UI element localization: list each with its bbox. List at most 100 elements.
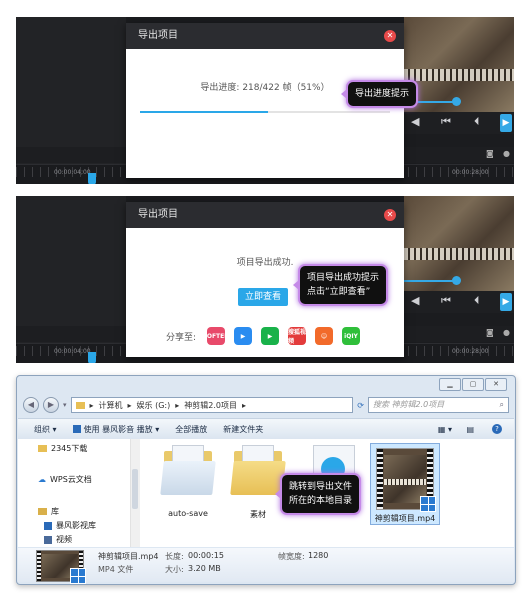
details-length: 00:00:15 bbox=[188, 551, 224, 560]
content-area: 2345下载 ☁ WPS云文档 库 暴风影视库 视频 auto-save 素材 … bbox=[18, 439, 514, 547]
folder-icon bbox=[38, 445, 47, 452]
marker-icon[interactable]: ● bbox=[503, 149, 510, 158]
folder-icon bbox=[160, 445, 216, 497]
step-back-icon[interactable]: ⏮ bbox=[441, 294, 451, 308]
play-button[interactable]: ▶ bbox=[500, 114, 512, 132]
playhead[interactable] bbox=[88, 173, 96, 184]
snapshot-icon[interactable]: ◙ bbox=[486, 149, 494, 158]
lofter-icon[interactable]: LOFTER bbox=[203, 327, 229, 345]
playhead[interactable] bbox=[88, 352, 96, 363]
close-icon[interactable]: ✕ bbox=[384, 30, 396, 42]
history-dropdown-icon[interactable]: ▾ bbox=[63, 401, 67, 409]
navigation-row: ◀ ▶ ▾ ▸ 计算机 ▸ 娱乐 (G:) ▸ 神剪辑2.0项目 ▸ ⟳ 搜索 … bbox=[23, 396, 509, 414]
iqiyi-icon[interactable]: iQIY bbox=[342, 327, 361, 345]
help-icon[interactable]: ? bbox=[492, 424, 502, 434]
play-with-label: 使用 暴风影音 播放 ▾ bbox=[83, 424, 160, 434]
details-length-label: 长度: bbox=[165, 552, 184, 561]
folder-icon bbox=[75, 401, 85, 409]
snapshot-icon[interactable]: ◙ bbox=[486, 328, 494, 337]
details-width: 1280 bbox=[308, 551, 329, 560]
file-explorer-window: ▁ ▢ ✕ ◀ ▶ ▾ ▸ 计算机 ▸ 娱乐 (G:) ▸ 神剪辑2.0项目 ▸… bbox=[16, 375, 516, 585]
player-controls bbox=[404, 112, 514, 134]
rewind-icon[interactable]: ◀ bbox=[411, 294, 419, 307]
file-tile-exported-video[interactable]: 神剪辑项目.mp4 bbox=[370, 443, 440, 525]
play-with-menu[interactable]: 使用 暴风影音 播放 ▾ bbox=[72, 424, 160, 435]
breadcrumb-item[interactable]: 娱乐 (G:) bbox=[137, 400, 171, 411]
marker-icon[interactable]: ● bbox=[503, 328, 510, 337]
nav-item-label: 2345下载 bbox=[51, 444, 88, 453]
command-bar: 组织 ▾ 使用 暴风影音 播放 ▾ 全部播放 新建文件夹 ▦ ▾ ▤ ? bbox=[18, 418, 514, 440]
volume-knob[interactable] bbox=[452, 276, 461, 285]
progress-fill bbox=[140, 111, 268, 113]
timecode-label: 00:00:28;00 bbox=[452, 348, 489, 355]
details-filename: 神剪辑项目.mp4 bbox=[98, 552, 159, 561]
callout-success: 项目导出成功提示 点击“立即查看” bbox=[292, 264, 389, 306]
volume-slider[interactable] bbox=[396, 280, 456, 282]
sohu-video-icon[interactable]: 搜狐视频 bbox=[288, 327, 306, 345]
video-library-icon bbox=[44, 535, 52, 544]
close-icon[interactable]: ✕ bbox=[384, 209, 396, 221]
callout-text: 导出进度提示 bbox=[355, 89, 410, 99]
baofeng-icon bbox=[44, 521, 52, 530]
breadcrumb-item[interactable]: 计算机 bbox=[99, 400, 123, 411]
cloud-icon: ☁ bbox=[38, 475, 46, 484]
dialog-title: 导出项目 ✕ bbox=[126, 23, 404, 49]
organize-menu[interactable]: 组织 ▾ bbox=[34, 424, 57, 435]
navigation-pane: 2345下载 ☁ WPS云文档 库 暴风影视库 视频 bbox=[18, 439, 131, 547]
play-all-button[interactable]: 全部播放 bbox=[175, 424, 207, 435]
search-icon[interactable]: ⌕ bbox=[500, 398, 504, 412]
file-name: 神剪辑项目.mp4 bbox=[374, 514, 436, 523]
nav-item-label: 暴风影视库 bbox=[56, 521, 96, 530]
nav-item-wps-cloud[interactable]: ☁ WPS云文档 bbox=[38, 474, 92, 485]
progress-bar bbox=[140, 111, 390, 113]
step-icon[interactable]: ⏴ bbox=[474, 294, 480, 308]
view-options-icon[interactable]: ▦ ▾ bbox=[438, 425, 452, 434]
volume-knob[interactable] bbox=[452, 97, 461, 106]
step-icon[interactable]: ⏴ bbox=[474, 115, 480, 129]
refresh-icon[interactable]: ⟳ bbox=[357, 401, 364, 410]
nav-item-label: 视频 bbox=[56, 535, 72, 544]
timecode-label: 00:00:04;00 bbox=[54, 348, 91, 355]
youku-icon[interactable]: ▶ bbox=[234, 327, 253, 345]
callout-text: 点击“立即查看” bbox=[307, 287, 371, 297]
breadcrumb-item[interactable]: 神剪辑2.0项目 bbox=[184, 400, 237, 411]
callout-text: 项目导出成功提示 bbox=[307, 273, 380, 283]
nav-item-baofeng-library[interactable]: 暴风影视库 bbox=[44, 520, 96, 531]
callout-open-folder: 跳转到导出文件 所在的本地目录 bbox=[274, 473, 362, 515]
rewind-icon[interactable]: ◀ bbox=[411, 115, 419, 128]
details-size-label: 大小: bbox=[165, 565, 184, 574]
step-back-icon[interactable]: ⏮ bbox=[441, 115, 451, 129]
nav-item-downloads[interactable]: 2345下载 bbox=[38, 443, 87, 454]
dialog-title-text: 导出项目 bbox=[138, 30, 178, 41]
file-tile-auto-save[interactable]: auto-save bbox=[153, 445, 223, 518]
windows-logo-icon bbox=[70, 568, 86, 584]
nav-item-libraries[interactable]: 库 bbox=[38, 506, 59, 517]
forward-button[interactable]: ▶ bbox=[43, 397, 59, 413]
player-icon bbox=[72, 424, 81, 433]
details-filetype: MP4 文件 bbox=[98, 565, 134, 574]
tudou-icon[interactable]: ▶ bbox=[261, 327, 280, 345]
new-folder-button[interactable]: 新建文件夹 bbox=[223, 424, 263, 435]
dialog-title: 导出项目 ✕ bbox=[126, 202, 404, 228]
scroll-thumb[interactable] bbox=[132, 469, 138, 509]
maximize-button[interactable]: ▢ bbox=[462, 378, 484, 391]
preview-pane-icon[interactable]: ▤ bbox=[466, 425, 474, 434]
player-controls bbox=[404, 291, 514, 313]
close-button[interactable]: ✕ bbox=[485, 378, 507, 391]
callout-progress: 导出进度提示 bbox=[340, 80, 419, 108]
video-thumbnail bbox=[376, 448, 436, 512]
details-width-label: 帧宽度: bbox=[278, 552, 305, 561]
details-size: 3.20 MB bbox=[188, 564, 221, 573]
acfun-icon[interactable]: ☺ bbox=[315, 327, 334, 345]
minimize-button[interactable]: ▁ bbox=[439, 378, 461, 391]
nav-scrollbar[interactable] bbox=[130, 439, 140, 547]
nav-item-label: WPS云文档 bbox=[50, 475, 92, 484]
search-input[interactable]: 搜索 神剪辑2.0项目 ⌕ bbox=[368, 397, 509, 413]
nav-item-videos[interactable]: 视频 bbox=[44, 534, 72, 545]
callout-text: 跳转到导出文件 bbox=[289, 482, 353, 492]
play-button[interactable]: ▶ bbox=[500, 293, 512, 311]
view-now-button[interactable]: 立即查看 bbox=[238, 288, 288, 306]
address-bar[interactable]: ▸ 计算机 ▸ 娱乐 (G:) ▸ 神剪辑2.0项目 ▸ bbox=[70, 397, 354, 413]
file-name: auto-save bbox=[168, 509, 208, 518]
back-button[interactable]: ◀ bbox=[23, 397, 39, 413]
